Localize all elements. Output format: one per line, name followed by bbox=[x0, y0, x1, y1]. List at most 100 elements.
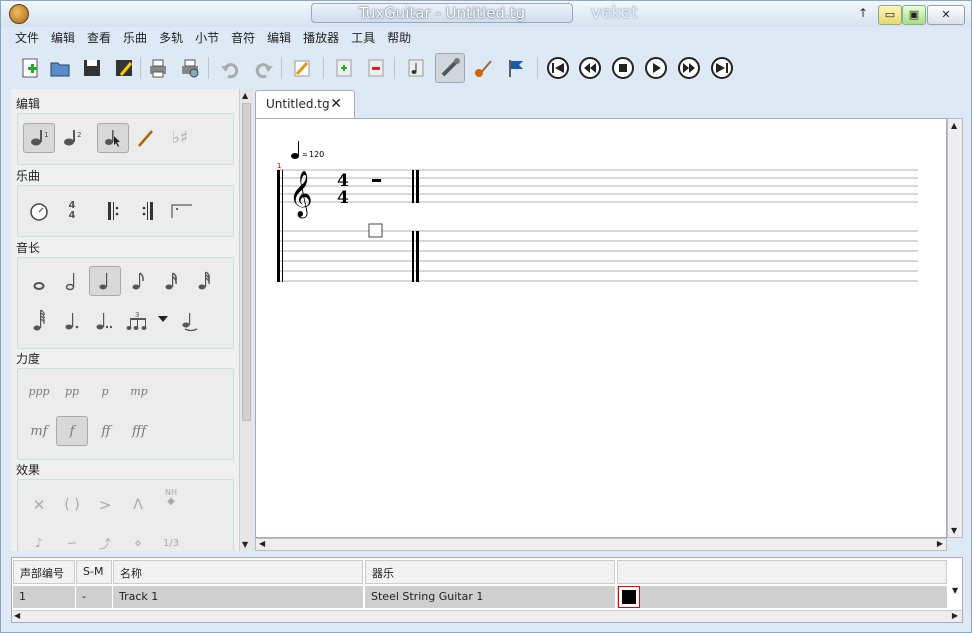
sixty-fourth-note-icon[interactable] bbox=[23, 306, 55, 336]
edit-pencil-tool-icon[interactable] bbox=[130, 123, 162, 153]
score-vertical-scrollbar[interactable]: ▲ ▼ bbox=[947, 118, 963, 538]
track-scroll-left[interactable]: ◀ bbox=[14, 611, 20, 620]
alternate-ending-icon[interactable] bbox=[166, 196, 198, 226]
whole-note-icon[interactable] bbox=[23, 266, 55, 296]
tied-note-icon[interactable] bbox=[174, 306, 206, 336]
slide-icon[interactable]: ⋄ bbox=[122, 528, 154, 551]
new-file-icon[interactable] bbox=[15, 53, 45, 83]
track-horizontal-scrollbar[interactable]: ◀ ▶ bbox=[12, 610, 962, 622]
document-tab[interactable]: Untitled.tg ✕ bbox=[255, 90, 355, 118]
repeat-open-icon[interactable] bbox=[98, 196, 130, 226]
menu-edit-2[interactable]: 编辑 bbox=[261, 28, 297, 48]
track-instrument[interactable]: Steel String Guitar 1 bbox=[365, 586, 615, 608]
fast-forward-icon[interactable] bbox=[674, 53, 704, 83]
print-icon[interactable] bbox=[143, 53, 173, 83]
play-icon[interactable] bbox=[641, 53, 671, 83]
header-name[interactable]: 名称 bbox=[113, 560, 363, 584]
triplet-dropdown-icon[interactable] bbox=[158, 316, 168, 322]
track-solo-mute[interactable]: - bbox=[76, 586, 112, 608]
voice-2-icon[interactable]: 2 bbox=[56, 123, 88, 153]
score-scroll-left[interactable]: ◀ bbox=[259, 539, 265, 548]
guitar-icon[interactable] bbox=[469, 53, 499, 83]
scroll-up-arrow[interactable]: ▲ bbox=[242, 91, 248, 100]
select-pointer-icon[interactable] bbox=[97, 123, 129, 153]
score-scroll-up[interactable]: ▲ bbox=[951, 121, 957, 130]
thirty-second-note-icon[interactable] bbox=[188, 266, 220, 296]
track-color-swatch[interactable] bbox=[618, 586, 640, 608]
close-tab-icon[interactable]: ✕ bbox=[330, 96, 342, 112]
repeat-close-icon[interactable] bbox=[132, 196, 164, 226]
quarter-note-icon[interactable] bbox=[89, 266, 121, 296]
menu-tools[interactable]: 工具 bbox=[345, 28, 381, 48]
header-solo-mute[interactable]: S-M bbox=[76, 560, 112, 584]
vibrato-icon[interactable]: ∽ bbox=[56, 528, 88, 551]
close-button[interactable]: ✕ bbox=[927, 5, 965, 25]
score-area[interactable]: = 120 1 𝄞 4 4 bbox=[255, 118, 947, 538]
fretboard-icon[interactable] bbox=[435, 53, 465, 83]
menu-composition[interactable]: 乐曲 bbox=[117, 28, 153, 48]
score-view-icon[interactable] bbox=[401, 53, 431, 83]
track-color-row[interactable] bbox=[617, 586, 947, 608]
score-scroll-right[interactable]: ▶ bbox=[937, 539, 943, 548]
menu-note[interactable]: 音符 bbox=[225, 28, 261, 48]
heavy-accent-icon[interactable]: Λ bbox=[122, 490, 154, 520]
dynamic-pp[interactable]: pp bbox=[56, 376, 88, 406]
half-note-icon[interactable] bbox=[56, 266, 88, 296]
tempo-icon[interactable] bbox=[23, 196, 55, 226]
maximize-button[interactable]: ▣ bbox=[902, 5, 926, 25]
time-signature-icon[interactable]: 44 bbox=[56, 196, 88, 226]
save-icon[interactable] bbox=[77, 53, 107, 83]
tuxguitar-app-icon[interactable] bbox=[9, 4, 29, 24]
dynamic-mp[interactable]: mp bbox=[123, 376, 155, 406]
accent-icon[interactable]: > bbox=[89, 490, 121, 520]
track-scroll-right[interactable]: ▶ bbox=[952, 611, 958, 620]
rewind-icon[interactable] bbox=[575, 53, 605, 83]
scrollbar-thumb[interactable] bbox=[242, 103, 251, 421]
dynamic-mf[interactable]: mf bbox=[23, 416, 55, 446]
dead-note-icon[interactable]: ✕ bbox=[23, 490, 55, 520]
arrow-up-icon[interactable]: ↑ bbox=[858, 6, 868, 20]
sixteenth-note-icon[interactable] bbox=[155, 266, 187, 296]
title-bar[interactable]: TuxGuitar - Untitled.tg veket ↑ ▭ ▣ ✕ bbox=[1, 1, 971, 27]
score-horizontal-scrollbar[interactable]: ◀ ▶ bbox=[255, 538, 947, 551]
menu-file[interactable]: 文件 bbox=[9, 28, 45, 48]
menu-player[interactable]: 播放器 bbox=[297, 28, 345, 48]
scroll-down-arrow[interactable]: ▼ bbox=[242, 540, 248, 549]
bend-icon[interactable]: ⤴ bbox=[89, 528, 121, 551]
dynamic-ppp[interactable]: ppp bbox=[23, 376, 55, 406]
menu-tracks[interactable]: 多轨 bbox=[153, 28, 189, 48]
header-track-number[interactable]: 声部编号 bbox=[13, 560, 75, 584]
print-preview-icon[interactable] bbox=[175, 53, 205, 83]
menu-help[interactable]: 帮助 bbox=[381, 28, 417, 48]
dynamic-p[interactable]: p bbox=[89, 376, 121, 406]
stop-icon[interactable] bbox=[608, 53, 638, 83]
save-as-icon[interactable] bbox=[109, 53, 139, 83]
add-measure-icon[interactable] bbox=[329, 53, 359, 83]
last-icon[interactable] bbox=[707, 53, 737, 83]
first-icon[interactable] bbox=[543, 53, 573, 83]
accidental-icon[interactable]: ♭♯ bbox=[164, 123, 196, 153]
dynamic-ff[interactable]: ff bbox=[90, 416, 122, 446]
remove-measure-icon[interactable] bbox=[361, 53, 391, 83]
track-number[interactable]: 1 bbox=[13, 586, 75, 608]
dynamic-fff[interactable]: fff bbox=[123, 416, 155, 446]
edit-pencil-icon[interactable] bbox=[287, 53, 317, 83]
menu-view[interactable]: 查看 bbox=[81, 28, 117, 48]
ghost-note-icon[interactable]: ( ) bbox=[56, 490, 88, 520]
header-color[interactable] bbox=[617, 560, 947, 584]
track-name[interactable]: Track 1 bbox=[113, 586, 363, 608]
score-scroll-down[interactable]: ▼ bbox=[951, 526, 957, 535]
tools-panel-scrollbar[interactable]: ▲ ▼ bbox=[239, 89, 253, 551]
track-scroll-down[interactable]: ▼ bbox=[952, 586, 958, 595]
triplet-icon[interactable]: 3 bbox=[122, 306, 154, 336]
redo-icon[interactable] bbox=[249, 53, 279, 83]
header-instrument[interactable]: 器乐 bbox=[365, 560, 615, 584]
menu-measure[interactable]: 小节 bbox=[189, 28, 225, 48]
double-dotted-note-icon[interactable] bbox=[89, 306, 121, 336]
undo-icon[interactable] bbox=[215, 53, 245, 83]
tab-cursor[interactable] bbox=[368, 223, 383, 238]
menu-edit[interactable]: 编辑 bbox=[45, 28, 81, 48]
open-file-icon[interactable] bbox=[45, 53, 75, 83]
grace-note-icon[interactable]: ♪ bbox=[23, 528, 55, 551]
voice-1-icon[interactable]: 1 bbox=[23, 123, 55, 153]
